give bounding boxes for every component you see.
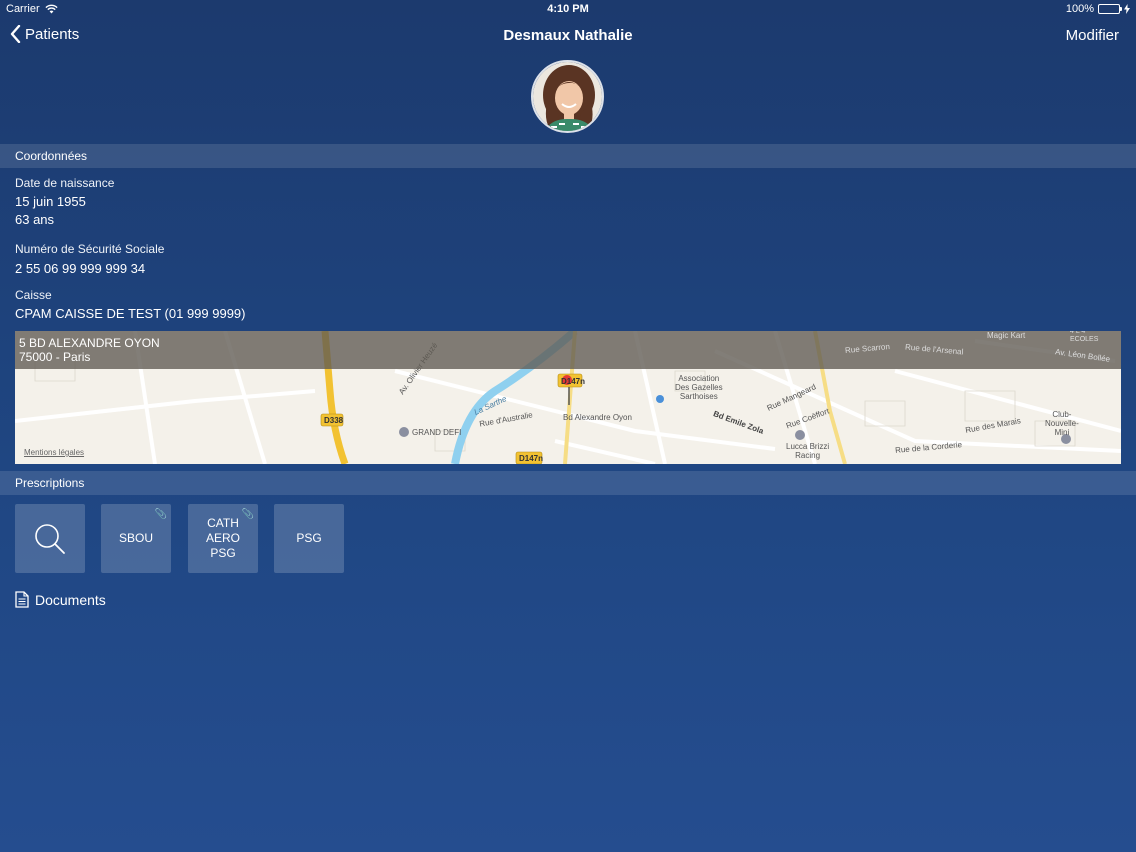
- prescription-tile[interactable]: 📎 SBOU: [101, 504, 171, 573]
- map-label-grand-defi: GRAND DEFI: [412, 428, 462, 437]
- patient-avatar: [531, 60, 604, 133]
- map-label-d147n: D147n: [519, 454, 544, 463]
- map-label-lucca: Lucca Brizzi Racing: [786, 442, 830, 460]
- age-value: 63 ans: [15, 212, 55, 227]
- map-label-association: Association Des Gazelles Sarthoises: [675, 374, 723, 401]
- battery-percent: 100%: [1065, 3, 1094, 15]
- charging-icon: [1124, 4, 1130, 14]
- search-icon: [35, 523, 65, 554]
- paperclip-icon: 📎: [154, 509, 167, 520]
- map-label-ecoles: 4 L 4 ECOLES: [1070, 331, 1099, 343]
- prescription-label: PSG: [296, 531, 322, 545]
- caisse-label: Caisse: [15, 288, 52, 302]
- status-time: 4:10 PM: [547, 3, 589, 15]
- section-header-coordinates: Coordonnées: [0, 144, 1136, 168]
- status-right: 100%: [1066, 3, 1130, 15]
- map-legal-link[interactable]: Mentions légales: [24, 448, 84, 457]
- map-label-magic-kart: Magic Kart: [987, 331, 1026, 340]
- map-label-oyon: Bd Alexandre Oyon: [563, 413, 632, 422]
- map-label-d338: D338: [324, 416, 344, 425]
- address-map[interactable]: D338 D147n D147n Av. Olivier Heuzé La Sa…: [15, 331, 1121, 464]
- battery-icon: [1098, 4, 1122, 14]
- birth-date-value: 15 juin 1955: [15, 194, 86, 209]
- ssn-label: Numéro de Sécurité Sociale: [15, 242, 165, 256]
- ssn-value: 2 55 06 99 999 999 34: [15, 261, 146, 276]
- paperclip-icon: 📎: [241, 509, 254, 520]
- documents-link[interactable]: Documents: [15, 591, 106, 608]
- prescription-label: SBOU: [118, 531, 153, 545]
- map-pin-label: D147n: [561, 377, 586, 386]
- document-icon: [15, 591, 29, 608]
- prescription-tile[interactable]: 📎 CATH AERO PSG: [188, 504, 258, 573]
- birth-date-label: Date de naissance: [15, 176, 115, 190]
- documents-label: Documents: [35, 591, 106, 608]
- page-title: Desmaux Nathalie: [503, 27, 633, 44]
- prescription-tile[interactable]: PSG: [274, 504, 344, 573]
- status-bar: Carrier 4:10 PM 100%: [0, 0, 1136, 18]
- caisse-value: CPAM CAISSE DE TEST (01 999 9999): [15, 306, 246, 321]
- avatar-photo: [533, 62, 602, 131]
- edit-button[interactable]: Modifier: [1066, 27, 1119, 44]
- prescription-label: CATH AERO PSG: [205, 516, 240, 560]
- search-prescription-button[interactable]: [15, 504, 85, 573]
- navigation-bar: Patients Desmaux Nathalie Modifier: [0, 20, 1136, 50]
- section-header-prescriptions: Prescriptions: [0, 471, 1136, 495]
- map-label-club: Club- Nouvelle- Mini: [1045, 410, 1079, 437]
